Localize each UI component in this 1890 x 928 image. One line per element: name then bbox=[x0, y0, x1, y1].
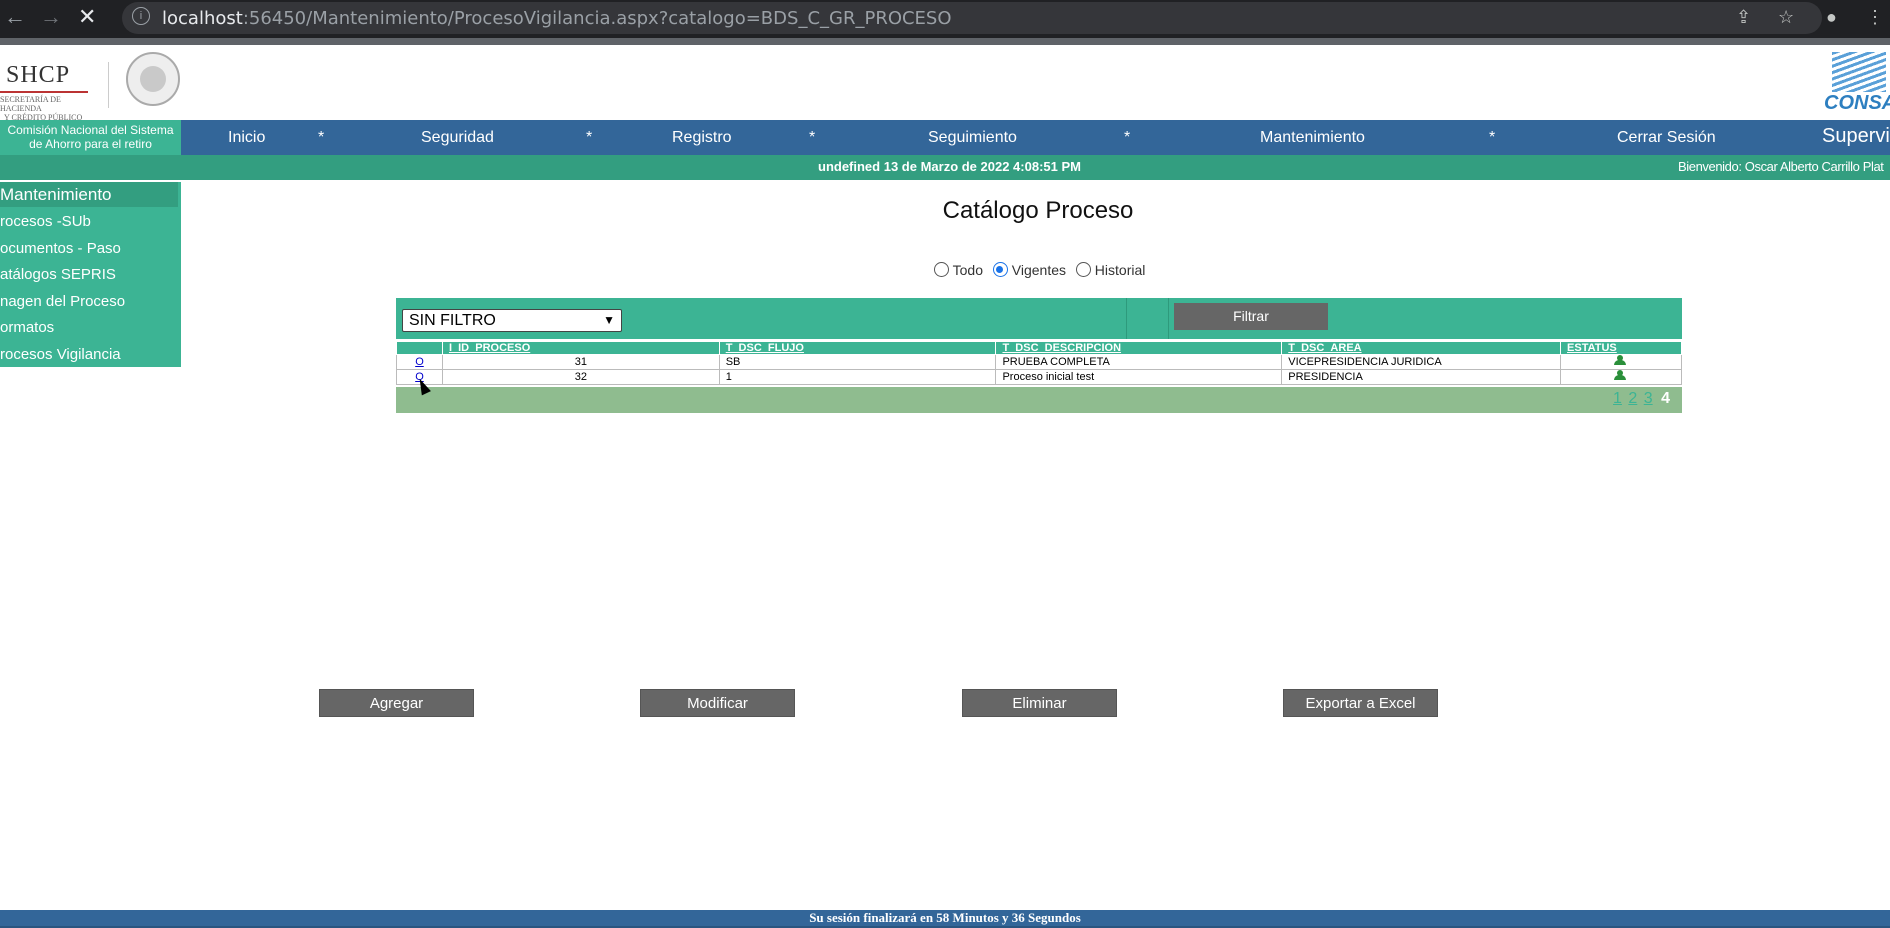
site-info-icon[interactable]: i bbox=[132, 7, 150, 25]
filter-divider bbox=[1126, 298, 1127, 339]
radio-vigentes[interactable]: Vigentes bbox=[992, 262, 1067, 278]
export-excel-button[interactable]: Exportar a Excel bbox=[1283, 689, 1438, 717]
share-icon[interactable]: ⇪ bbox=[1736, 7, 1751, 28]
menu-registro[interactable]: Registro bbox=[672, 120, 732, 155]
filter-select-value: SIN FILTRO bbox=[409, 312, 496, 329]
cell-dsc-flujo: 1 bbox=[718, 369, 997, 385]
mexico-seal-icon bbox=[126, 52, 180, 106]
menu-seguridad[interactable]: Seguridad bbox=[421, 120, 494, 155]
shcp-logo-line bbox=[0, 91, 88, 93]
shcp-logo-subtitle-1: SECRETARÍA DE HACIENDA bbox=[0, 95, 61, 113]
active-user-icon bbox=[1614, 370, 1628, 380]
modify-button[interactable]: Modificar bbox=[640, 689, 795, 717]
row-select-link[interactable]: O bbox=[396, 354, 443, 370]
active-user-icon bbox=[1614, 355, 1628, 365]
consar-mark-icon bbox=[1832, 52, 1886, 92]
url-path: :56450/Mantenimiento/ProcesoVigilancia.a… bbox=[242, 8, 952, 29]
pager-pages: 1 2 3 4 bbox=[1611, 390, 1670, 408]
sidebar-item-imagen-proceso[interactable]: nagen del Proceso bbox=[0, 289, 181, 316]
filter-button[interactable]: Filtrar bbox=[1174, 303, 1328, 330]
shcp-logo-text: SHCP bbox=[6, 62, 71, 88]
sidebar-item-catalogos-sepris[interactable]: atálogos SEPRIS bbox=[0, 262, 181, 289]
column-header-dsc-area[interactable]: T_DSC_AREA bbox=[1281, 341, 1562, 355]
logo-separator bbox=[108, 62, 109, 108]
tab-strip-divider bbox=[0, 38, 1890, 45]
profile-icon[interactable]: ● bbox=[1826, 7, 1837, 28]
radio-todo[interactable]: Todo bbox=[934, 262, 983, 278]
radio-historial-button[interactable] bbox=[1075, 262, 1091, 277]
filter-divider bbox=[1168, 298, 1169, 339]
current-date: undefined 13 de Marzo de 2022 4:08:51 PM bbox=[818, 159, 1081, 174]
status-radio-group: Todo Vigentes Historial bbox=[934, 262, 1151, 278]
sidebar-item-formatos[interactable]: ormatos bbox=[0, 315, 181, 342]
cell-dsc-flujo: SB bbox=[718, 354, 997, 370]
menu-separator: * bbox=[1489, 129, 1496, 146]
menu-mantenimiento[interactable]: Mantenimiento bbox=[1260, 120, 1365, 155]
date-bar: undefined 13 de Marzo de 2022 4:08:51 PM… bbox=[0, 155, 1890, 180]
cell-estatus bbox=[1560, 369, 1682, 385]
column-header-dsc-flujo[interactable]: T_DSC_FLUJO bbox=[718, 341, 997, 355]
cell-dsc-descripcion: PRUEBA COMPLETA bbox=[995, 354, 1283, 370]
url-text[interactable]: localhost:56450/Mantenimiento/ProcesoVig… bbox=[162, 8, 952, 29]
consar-logo-text: CONSAR bbox=[1824, 92, 1890, 114]
radio-historial[interactable]: Historial bbox=[1075, 262, 1146, 278]
bookmark-star-icon[interactable]: ☆ bbox=[1778, 7, 1794, 28]
cell-dsc-descripcion: Proceso inicial test bbox=[995, 369, 1283, 385]
pager-page-1[interactable]: 1 bbox=[1613, 390, 1622, 407]
column-header-estatus[interactable]: ESTATUS bbox=[1560, 341, 1682, 355]
menu-kebab-icon[interactable]: ⋮ bbox=[1866, 7, 1884, 28]
menu-separator: * bbox=[1124, 129, 1131, 146]
pager-page-3[interactable]: 3 bbox=[1644, 390, 1653, 407]
welcome-user: Bienvenido: Oscar Alberto Carrillo Plat bbox=[1678, 159, 1884, 174]
cell-dsc-area: VICEPRESIDENCIA JURIDICA bbox=[1281, 354, 1562, 370]
radio-historial-label: Historial bbox=[1094, 262, 1146, 278]
column-header-select bbox=[396, 341, 443, 355]
menu-inicio[interactable]: Inicio bbox=[228, 120, 265, 155]
table-row: O 31 SB PRUEBA COMPLETA VICEPRESIDENCIA … bbox=[396, 354, 1682, 370]
process-table: I_ID_PROCESO T_DSC_FLUJO T_DSC_DESCRIPCI… bbox=[396, 341, 1682, 385]
chevron-down-icon: ▼ bbox=[603, 313, 615, 327]
column-header-id-proceso[interactable]: I_ID_PROCESO bbox=[441, 341, 720, 355]
app-title-supervision: Supervi bbox=[1822, 125, 1890, 147]
menu-separator: * bbox=[809, 129, 816, 146]
cell-estatus bbox=[1560, 354, 1682, 370]
shcp-logo: SHCP SECRETARÍA DE HACIENDA Y CRÉDITO PÚ… bbox=[0, 62, 100, 122]
menu-seguimiento[interactable]: Seguimiento bbox=[928, 120, 1017, 155]
consar-logo: CONSAR bbox=[1822, 52, 1890, 116]
radio-vigentes-button[interactable] bbox=[992, 262, 1008, 277]
add-button[interactable]: Agregar bbox=[319, 689, 474, 717]
stop-loading-icon[interactable]: ✕ bbox=[78, 6, 96, 28]
page-title: Catálogo Proceso bbox=[942, 197, 1134, 224]
org-name: Comisión Nacional del Sistema de Ahorro … bbox=[0, 120, 181, 155]
url-host: localhost bbox=[162, 8, 243, 29]
menu-cerrar-sesion[interactable]: Cerrar Sesión bbox=[1617, 120, 1716, 155]
sidebar-item-documentos-paso[interactable]: ocumentos - Paso bbox=[0, 236, 181, 263]
filter-bar: SIN FILTRO ▼ Filtrar bbox=[396, 298, 1682, 339]
cell-dsc-area: PRESIDENCIA bbox=[1281, 369, 1562, 385]
cell-id-proceso: 32 bbox=[441, 369, 720, 385]
radio-todo-button[interactable] bbox=[934, 262, 949, 277]
sidebar-item-procesos-vigilancia[interactable]: rocesos Vigilancia bbox=[0, 342, 181, 369]
radio-vigentes-label: Vigentes bbox=[1011, 262, 1067, 278]
pager-current-page: 4 bbox=[1661, 390, 1670, 407]
radio-todo-label: Todo bbox=[952, 262, 983, 278]
delete-button[interactable]: Eliminar bbox=[962, 689, 1117, 717]
pager-page-2[interactable]: 2 bbox=[1628, 390, 1637, 407]
menu-separator: * bbox=[586, 129, 593, 146]
table-header-row: I_ID_PROCESO T_DSC_FLUJO T_DSC_DESCRIPCI… bbox=[396, 341, 1682, 355]
browser-chrome: ← → ✕ i localhost:56450/Mantenimiento/Pr… bbox=[0, 0, 1890, 45]
menu-separator: * bbox=[318, 129, 325, 146]
main-menu: Comisión Nacional del Sistema de Ahorro … bbox=[0, 120, 1890, 155]
table-row: O 32 1 Proceso inicial test PRESIDENCIA bbox=[396, 369, 1682, 385]
table-pager: 1 2 3 4 bbox=[396, 387, 1682, 413]
cell-id-proceso: 31 bbox=[441, 354, 720, 370]
column-header-dsc-descripcion[interactable]: T_DSC_DESCRIPCION bbox=[995, 341, 1283, 355]
back-arrow-icon[interactable]: ← bbox=[4, 6, 26, 28]
forward-arrow-icon[interactable]: → bbox=[40, 6, 62, 28]
filter-select[interactable]: SIN FILTRO ▼ bbox=[402, 309, 622, 332]
